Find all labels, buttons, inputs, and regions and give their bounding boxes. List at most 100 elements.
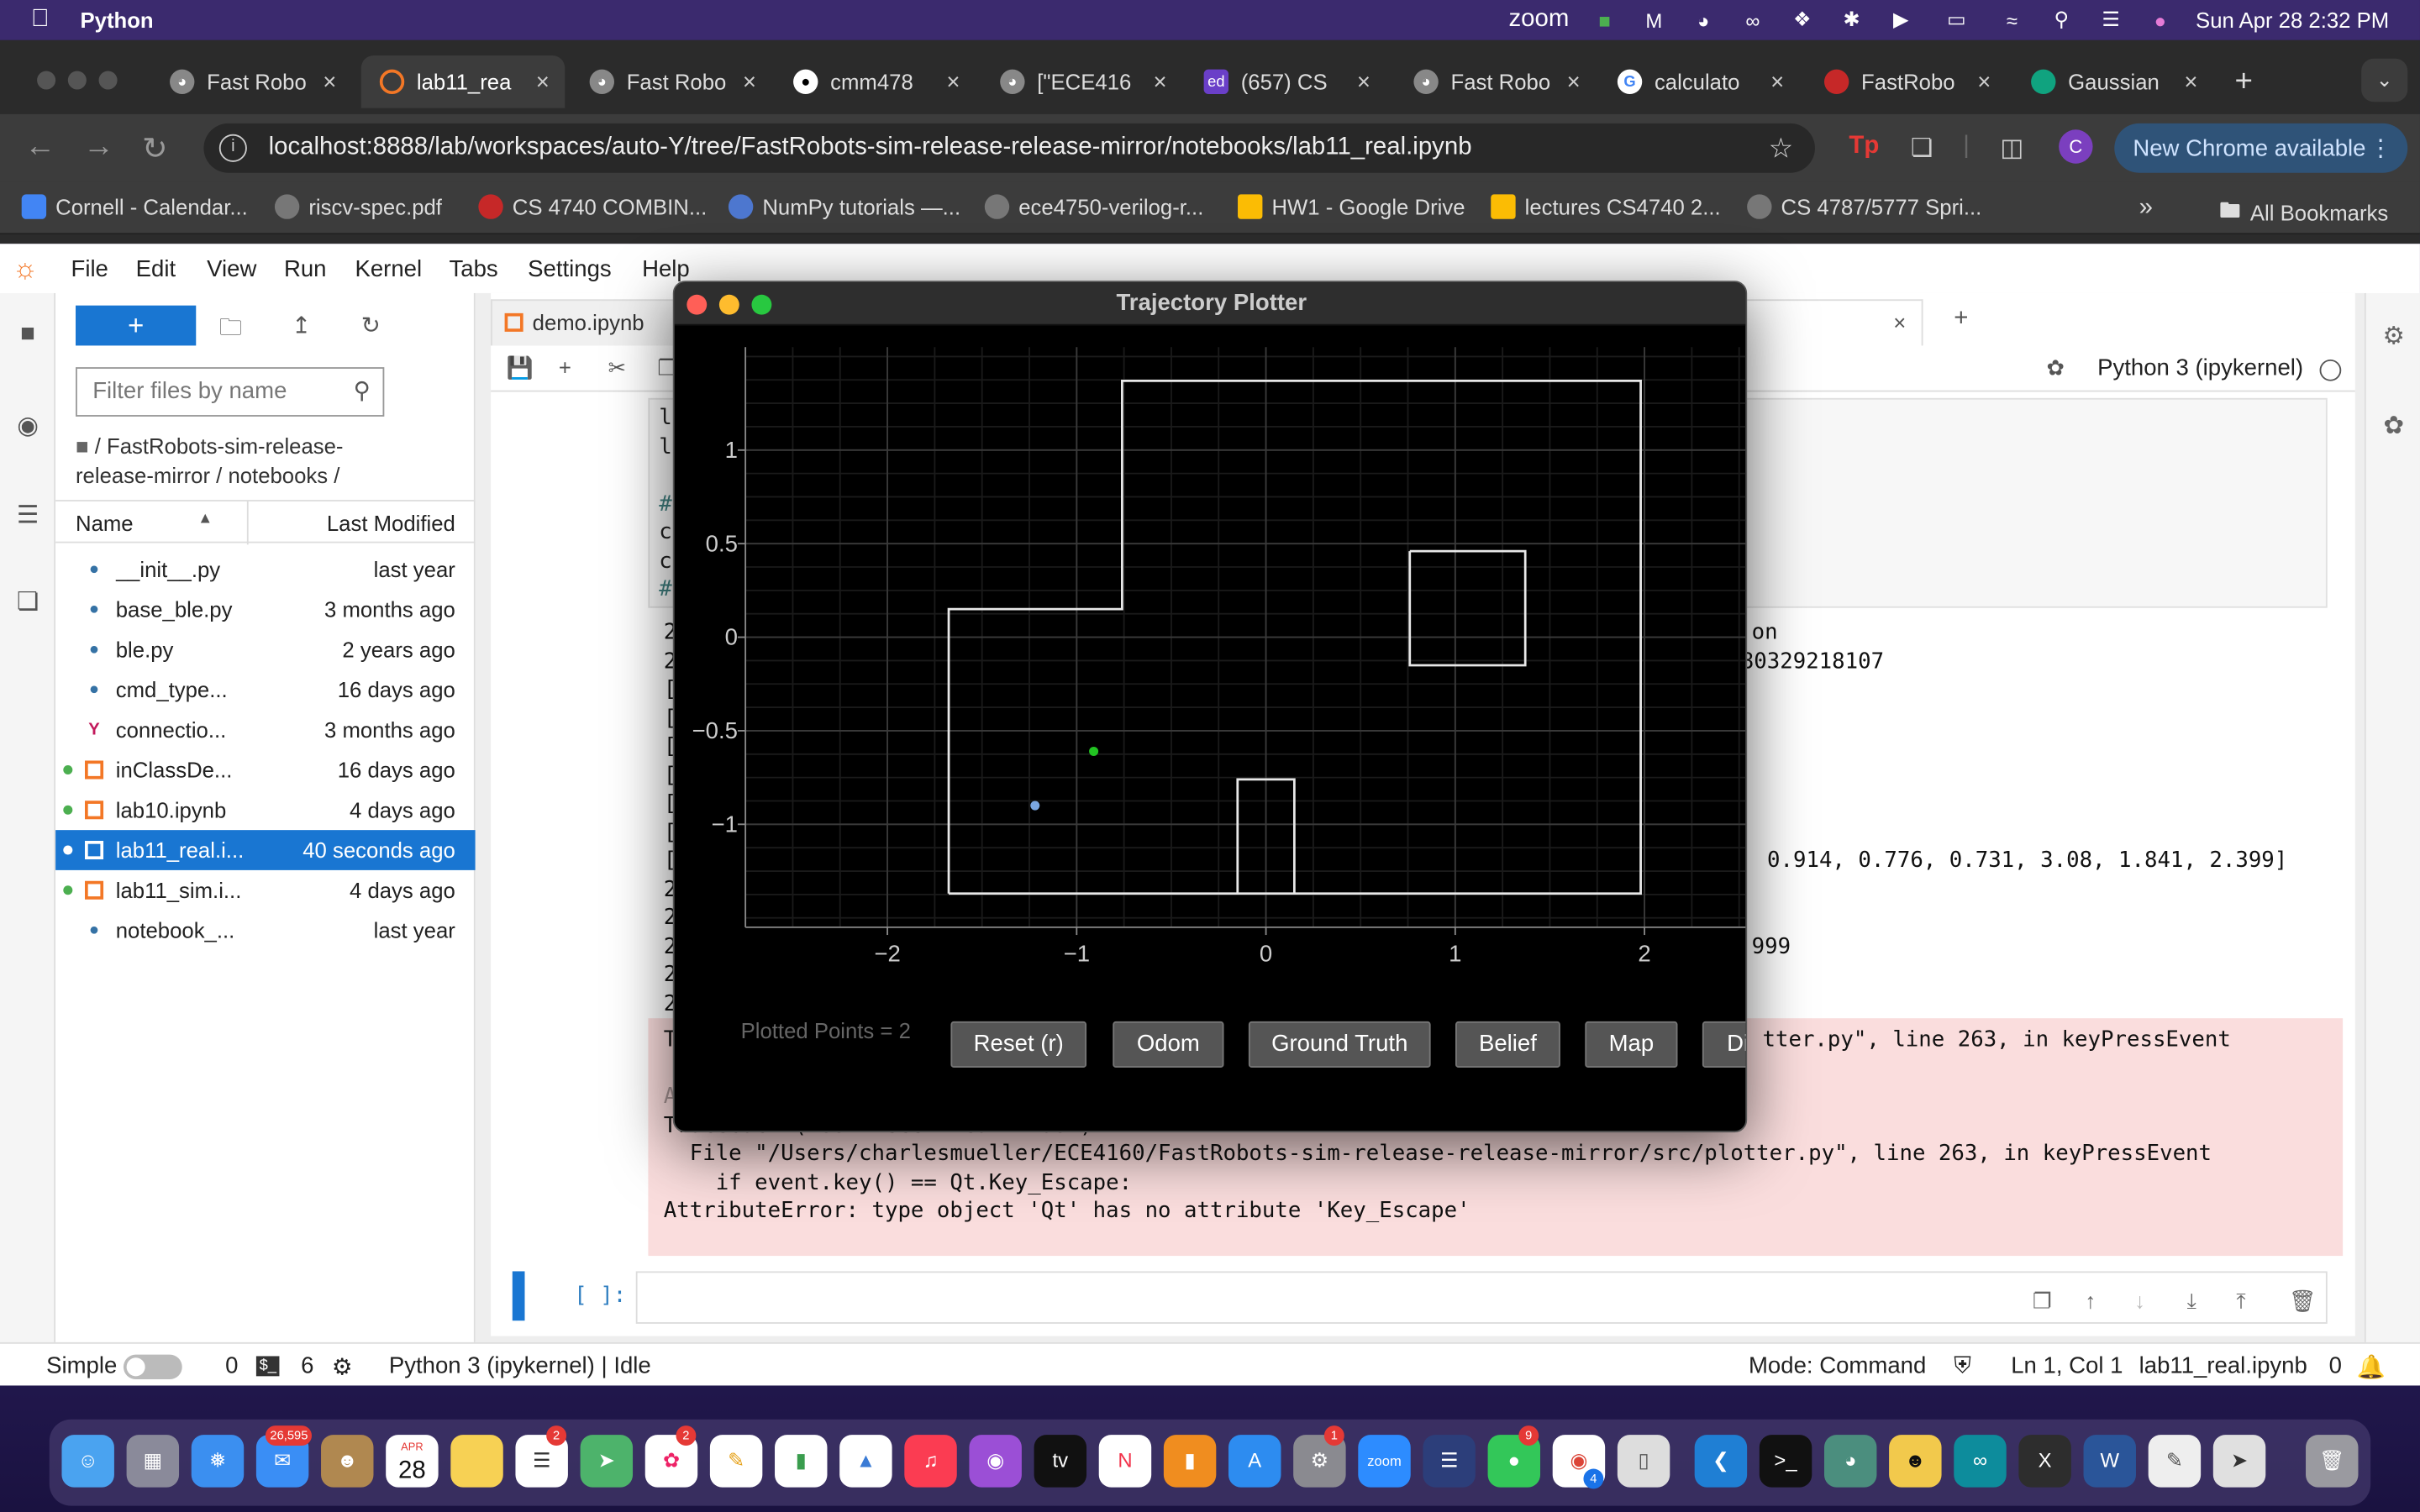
dropbox-icon[interactable]: ❖	[1788, 6, 1816, 34]
reload-icon[interactable]: ↻	[142, 129, 168, 168]
notes-icon[interactable]	[450, 1435, 503, 1488]
cell-editor[interactable]: ❐ ↑ ↓ ⤓ ⤒ 🗑	[635, 1271, 2328, 1324]
minimize-window-button[interactable]	[67, 71, 87, 90]
battery-icon[interactable]: ▭	[1936, 6, 1976, 34]
cube-icon[interactable]: ▯	[1617, 1435, 1670, 1488]
kebab-menu-icon[interactable]: ⋮	[2369, 134, 2392, 162]
browser-tab[interactable]: Gcalculato ×	[1599, 55, 1800, 108]
browser-tab[interactable]: ◕ Fast Robo ×	[1395, 55, 1596, 108]
safari-icon[interactable]: ❅	[191, 1435, 245, 1488]
maps-icon[interactable]: ➤	[580, 1435, 634, 1488]
close-tab-icon[interactable]: ×	[1893, 301, 1906, 344]
close-tab-icon[interactable]: ×	[1977, 69, 1991, 95]
browser-tab[interactable]: ◕ Fast Robo ×	[151, 55, 352, 108]
bell-icon[interactable]: 🔔	[2357, 1353, 2386, 1381]
menu-file[interactable]: File	[71, 256, 108, 282]
textedit-icon[interactable]: ✎	[2148, 1435, 2202, 1488]
trajectory-plot[interactable]: −2 −1 0 1 2 1 0.5 0 −0.5 −1	[675, 326, 1748, 1005]
back-arrow-icon[interactable]: ←	[24, 129, 55, 165]
bookmark[interactable]: CS 4740 COMBIN...	[478, 194, 707, 219]
upload-icon[interactable]: ↥	[292, 312, 311, 339]
close-tab-icon[interactable]: ×	[1567, 69, 1581, 95]
more-bookmarks-icon[interactable]: »	[2139, 194, 2153, 222]
all-bookmarks[interactable]: 🖿 All Bookmarks	[2219, 194, 2388, 231]
contacts-icon[interactable]: ☻	[321, 1435, 374, 1488]
numbers-icon[interactable]: ▮	[775, 1435, 828, 1488]
app-store-icon[interactable]: A	[1228, 1435, 1281, 1488]
arduino-icon[interactable]: ∞	[1954, 1435, 2007, 1488]
close-tab-icon[interactable]: ×	[2184, 69, 2197, 95]
column-name[interactable]: Name	[76, 511, 134, 535]
clock[interactable]: Sun Apr 28 2:32 PM	[2196, 8, 2389, 32]
kernel-status[interactable]: Python 3 (ipykernel) | Idle	[389, 1353, 651, 1379]
file-row[interactable]: lab11_sim.i... 4 days ago	[55, 870, 476, 911]
delete-cell-icon[interactable]: 🗑	[2289, 1289, 2317, 1315]
insert-above-icon[interactable]: ⤓	[2187, 1289, 2196, 1315]
close-tab-icon[interactable]: ×	[536, 69, 550, 95]
new-folder-icon[interactable]: 🗀	[219, 312, 243, 350]
cut-icon[interactable]: ✂	[608, 354, 627, 381]
calendar-icon[interactable]: APR 28	[386, 1435, 439, 1488]
zoom-window-button[interactable]	[98, 71, 118, 90]
close-tab-icon[interactable]: ×	[323, 69, 336, 95]
rocket-icon[interactable]: ➤	[2212, 1435, 2266, 1488]
music-icon[interactable]: ♫	[904, 1435, 957, 1488]
cyberduck-icon[interactable]: ☻	[1889, 1435, 1942, 1488]
kernel-gear-icon[interactable]: ⚙	[332, 1353, 353, 1381]
debugger-bug-icon[interactable]: ✿	[2378, 411, 2409, 442]
tab-search-button[interactable]: ⌄	[2361, 58, 2408, 102]
file-row[interactable]: ● cmd_type... 16 days ago	[55, 669, 476, 710]
duplicate-cell-icon[interactable]: ❐	[2033, 1289, 2052, 1315]
property-inspector-gear-icon[interactable]: ⚙	[2378, 321, 2409, 352]
file-row[interactable]: Yconnectio... 3 months ago	[55, 710, 476, 750]
simple-mode-toggle[interactable]	[123, 1354, 182, 1380]
zoom-window-button[interactable]	[751, 294, 772, 315]
browser-tab-active[interactable]: lab11_rea ×	[360, 55, 566, 108]
control-center-icon[interactable]: ☰	[2097, 6, 2125, 34]
menu-kernel[interactable]: Kernel	[355, 256, 422, 282]
reset-button[interactable]: Reset (r)	[950, 1021, 1087, 1068]
close-tab-icon[interactable]: ×	[946, 69, 960, 95]
close-tab-icon[interactable]: ×	[1357, 69, 1370, 95]
minimize-window-button[interactable]	[718, 294, 739, 315]
terminal-icon[interactable]: $_	[255, 1356, 280, 1377]
file-row[interactable]: ● __init__.py last year	[55, 549, 476, 590]
filter-files-input[interactable]: Filter files by name ⚲	[75, 367, 385, 417]
site-info-icon[interactable]: i	[218, 134, 247, 162]
browser-tab[interactable]: ● cmm478 ×	[775, 55, 976, 108]
table-of-contents-icon[interactable]: ☰	[13, 500, 44, 531]
notification-count[interactable]: 0	[2329, 1353, 2342, 1379]
forward-arrow-icon[interactable]: →	[83, 129, 114, 165]
kernel-count[interactable]: 6	[301, 1353, 313, 1379]
vscode-icon[interactable]: ❮	[1694, 1435, 1748, 1488]
belief-button[interactable]: Belief	[1455, 1021, 1560, 1068]
column-last-modified[interactable]: Last Modified	[327, 511, 455, 535]
file-row[interactable]: lab10.ipynb 4 days ago	[55, 790, 476, 830]
address-bar[interactable]: i localhost:8888/lab/workspaces/auto-Y/t…	[203, 123, 1815, 173]
bookmark[interactable]: lectures CS4740 2...	[1491, 194, 1721, 219]
finder-icon[interactable]: ☺	[61, 1435, 114, 1488]
menu-run[interactable]: Run	[284, 256, 327, 282]
menu-settings[interactable]: Settings	[528, 256, 612, 282]
zoom-menu-icon[interactable]: zoom	[1508, 6, 1569, 34]
close-window-button[interactable]	[687, 294, 708, 315]
move-down-icon[interactable]: ↓	[2134, 1289, 2145, 1313]
browser-tab[interactable]: ed (657) CS ×	[1186, 55, 1386, 108]
network-icon[interactable]: ◕	[1823, 1435, 1877, 1488]
bookmark-star-icon[interactable]: ☆	[1769, 132, 1794, 165]
input-cell[interactable]: [ ]: ❐ ↑ ↓ ⤓ ⤒ 🗑	[491, 1268, 2355, 1327]
menu-edit[interactable]: Edit	[136, 256, 176, 282]
browser-tab[interactable]: Gaussian ×	[2012, 55, 2213, 108]
insert-cell-icon[interactable]: +	[559, 354, 571, 379]
browser-tab[interactable]: ◕ Fast Robo ×	[571, 55, 772, 108]
evernote-icon[interactable]: ■	[1591, 6, 1618, 34]
bookmark[interactable]: CS 4787/5777 Spri...	[1747, 194, 1981, 219]
new-chrome-available-button[interactable]: New Chrome available ⋮	[2114, 123, 2408, 173]
trash-icon[interactable]: 🗑	[2306, 1435, 2359, 1488]
search-icon[interactable]: ⚲	[2048, 6, 2075, 34]
extensions-puzzle-icon[interactable]: ❏	[13, 586, 44, 617]
apple-icon[interactable]: 	[31, 6, 50, 34]
bluetooth-icon[interactable]: ✱	[1838, 6, 1865, 34]
file-row[interactable]: lab11_real.i... 40 seconds ago	[55, 830, 476, 870]
siri-icon[interactable]: ●	[2146, 6, 2174, 34]
